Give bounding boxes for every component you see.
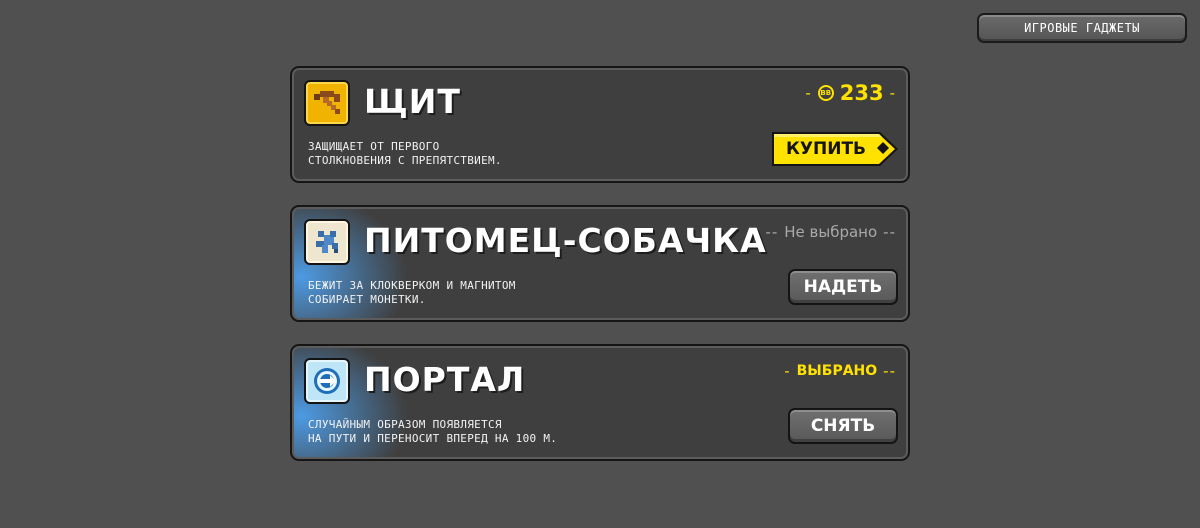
gadget-card-dog-pet: ПИТОМЕЦ-СОБАЧКА -- Не выбрано -- БЕЖИТ З… (290, 205, 910, 322)
description-line: НА ПУТИ И ПЕРЕНОСИТ ВПЕРЕД НА 100 М. (308, 432, 558, 445)
pickaxe-icon (304, 80, 350, 126)
coin-icon: BB (817, 85, 834, 101)
equip-button[interactable]: НАДЕТЬ (788, 269, 898, 305)
status-text: ВЫБРАНО (796, 363, 878, 379)
description-line: БЕЖИТ ЗА КЛОКВЕРКОМ И МАГНИТОМ (308, 279, 516, 292)
diamond-arrow-icon (877, 142, 889, 154)
price-value: 233 (839, 81, 884, 105)
gadget-description: БЕЖИТ ЗА КЛОКВЕРКОМ И МАГНИТОМ СОБИРАЕТ … (308, 279, 638, 307)
price-tag: - BB 233 - (805, 82, 896, 104)
dash-right: -- (883, 362, 896, 380)
status-text: Не выбрано (784, 223, 878, 241)
description-line: ЗАЩИЩАЕТ ОТ ПЕРВОГО (308, 140, 440, 153)
description-line: СЛУЧАЙНЫМ ОБРАЗОМ ПОЯВЛЯЕТСЯ (308, 418, 502, 431)
dash-left: -- (765, 223, 779, 241)
dash-right: -- (883, 223, 896, 241)
game-gadgets-button[interactable]: ИГРОВЫЕ ГАДЖЕТЫ (977, 13, 1187, 43)
gadget-card-shield: ЩИТ - BB 233 - ЗАЩИЩАЕТ ОТ ПЕРВОГО СТОЛК… (290, 66, 910, 183)
dog-pet-icon (304, 219, 350, 265)
unequip-button[interactable]: СНЯТЬ (788, 408, 898, 444)
gadget-description: СЛУЧАЙНЫМ ОБРАЗОМ ПОЯВЛЯЕТСЯ НА ПУТИ И П… (308, 418, 638, 446)
dash-right: - (889, 84, 896, 102)
description-line: СТОЛКНОВЕНИЯ С ПРЕПЯТСТВИЕМ. (308, 154, 502, 167)
status-label: - ВЫБРАНО -- (784, 360, 896, 382)
dash-left: - (784, 362, 791, 380)
buy-button-label: КУПИТЬ (785, 139, 866, 159)
gadget-title: ЩИТ (364, 82, 461, 121)
status-label: -- Не выбрано -- (765, 221, 896, 243)
gadget-title: ПИТОМЕЦ-СОБАЧКА (364, 221, 767, 260)
description-line: СОБИРАЕТ МОНЕТКИ. (308, 293, 426, 306)
gadget-description: ЗАЩИЩАЕТ ОТ ПЕРВОГО СТОЛКНОВЕНИЯ С ПРЕПЯ… (308, 140, 638, 168)
dash-left: - (805, 84, 812, 102)
gadget-card-portal: ПОРТАЛ - ВЫБРАНО -- СЛУЧАЙНЫМ ОБРАЗОМ ПО… (290, 344, 910, 461)
portal-icon (304, 358, 350, 404)
buy-button[interactable]: КУПИТЬ (770, 130, 900, 168)
gadget-title: ПОРТАЛ (364, 360, 526, 399)
